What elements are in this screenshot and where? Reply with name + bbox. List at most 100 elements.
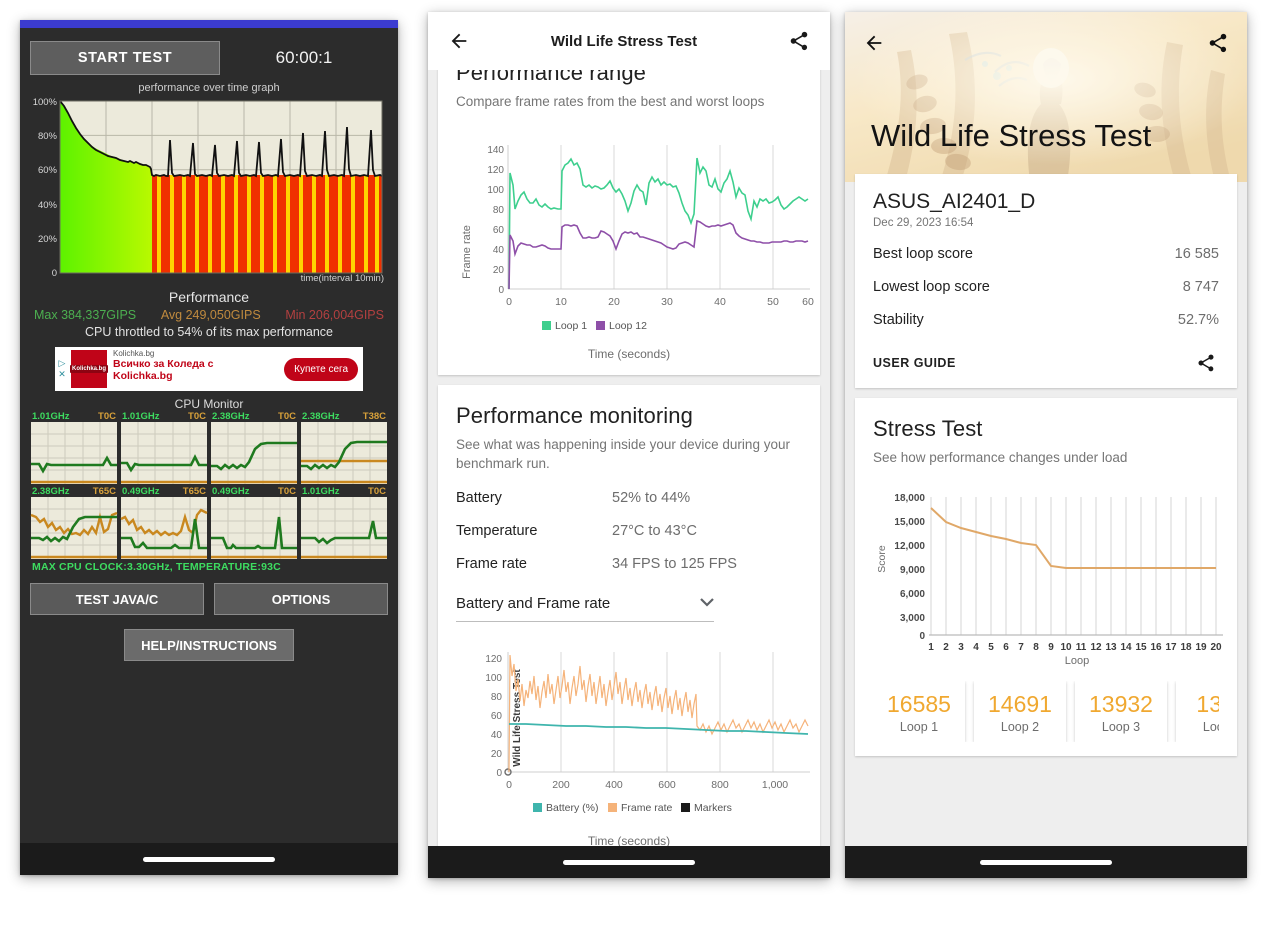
svg-text:Markers: Markers: [694, 802, 732, 814]
loop-score-value: 14691: [988, 691, 1052, 717]
scroll-container[interactable]: Performance range Compare frame rates fr…: [428, 70, 830, 846]
svg-text:80: 80: [493, 205, 505, 216]
svg-text:120: 120: [485, 654, 502, 665]
result-row: Stability 52.7%: [873, 312, 1219, 328]
arrow-left-icon[interactable]: [861, 30, 887, 56]
result-row-value: 52.7%: [1177, 312, 1219, 328]
svg-text:0: 0: [506, 779, 512, 791]
share-icon[interactable]: [1193, 350, 1219, 376]
ad-close-icon[interactable]: ✕: [58, 369, 66, 380]
svg-text:100: 100: [485, 673, 502, 684]
svg-text:11: 11: [1076, 642, 1087, 653]
performance-range-chart: Frame rate 140 120 100 80 60 40 20 0 0 1…: [456, 137, 814, 337]
svg-text:50: 50: [767, 296, 779, 308]
max-gips-label: Max 384,337GIPS: [34, 308, 137, 322]
loop-score-label: Loop 4: [1202, 720, 1219, 734]
svg-text:40%: 40%: [38, 200, 58, 211]
share-icon[interactable]: [1205, 30, 1231, 56]
loop-score-label: Loop 2: [1000, 720, 1040, 734]
page-title: Wild Life Stress Test: [550, 32, 698, 50]
cpu-core-cell: 2.38GHz T38C: [300, 411, 388, 484]
user-guide-link[interactable]: USER GUIDE: [873, 356, 956, 370]
svg-text:8: 8: [1033, 642, 1039, 653]
svg-text:14: 14: [1120, 642, 1132, 653]
result-row-key: Best loop score: [873, 246, 973, 262]
stress-test-card: Stress Test See how performance changes …: [855, 398, 1237, 756]
chevron-down-icon[interactable]: [700, 594, 714, 612]
svg-text:1: 1: [928, 642, 934, 653]
cpu-core-cell: 0.49GHz T0C: [210, 486, 298, 559]
metric-select[interactable]: Battery and Frame rate: [456, 594, 714, 622]
stress-test-title: Stress Test: [873, 416, 983, 441]
cpu-core-temp: T0C: [368, 486, 386, 497]
android-navigation-bar: [20, 843, 398, 875]
scroll-container[interactable]: Wild Life Stress Test ASUS_AI2401_D Dec …: [845, 12, 1247, 846]
result-row: Lowest loop score 8 747: [873, 279, 1219, 295]
max-cpu-clock-label: MAX CPU CLOCK:3.30GHz, TEMPERATURE:93C: [32, 561, 281, 573]
svg-text:12,000: 12,000: [894, 541, 925, 552]
cpu-core-freq: 1.01GHz: [122, 411, 160, 422]
cpu-core-cell: 0.49GHz T65C: [120, 486, 208, 559]
home-gesture-pill[interactable]: [980, 859, 1112, 865]
metric-select-value: Battery and Frame rate: [456, 594, 611, 612]
loop-score-value: 16585: [887, 691, 951, 717]
advertisement-banner[interactable]: ▷ ✕ Kolichka.bg Kolichka.bg Всичко за Ко…: [55, 347, 363, 391]
test-java-c-button[interactable]: TEST JAVA/C: [30, 583, 204, 615]
options-button[interactable]: OPTIONS: [214, 583, 388, 615]
cpu-core-temp: T0C: [278, 486, 296, 497]
svg-text:0: 0: [506, 296, 512, 308]
result-row-value: 16 585: [1174, 246, 1219, 262]
svg-text:30: 30: [661, 296, 673, 308]
stress-test-subtitle: See how performance changes under load: [873, 450, 1128, 465]
start-test-button[interactable]: START TEST: [30, 41, 220, 75]
cpu-core-cell: 1.01GHz T0C: [30, 411, 118, 484]
monitoring-row-key: Frame rate: [456, 556, 527, 572]
svg-text:80%: 80%: [38, 131, 58, 142]
svg-text:20: 20: [608, 296, 620, 308]
svg-text:9: 9: [1048, 642, 1054, 653]
ad-controls[interactable]: ▷ ✕: [55, 347, 69, 391]
monitoring-row-value: 34 FPS to 125 FPS: [612, 556, 737, 572]
loop-score-card[interactable]: 13932 Loop 3: [1075, 681, 1167, 742]
monitoring-row-key: Battery: [456, 490, 502, 506]
svg-text:100%: 100%: [33, 97, 58, 108]
loop-score-list[interactable]: 16585 Loop 1 14691 Loop 2 13932 Loop 3 1…: [873, 681, 1219, 742]
loop-score-card[interactable]: 14691 Loop 2: [974, 681, 1066, 742]
avg-gips-label: Avg 249,050GIPS: [160, 308, 261, 322]
svg-text:400: 400: [605, 779, 623, 791]
performance-range-card: Performance range Compare frame rates fr…: [438, 70, 820, 375]
panel-cpu-throttling-test: START TEST 60:00:1 performance over time…: [20, 20, 398, 875]
svg-text:120: 120: [487, 165, 504, 176]
ad-cta-button[interactable]: Купете сега: [284, 357, 358, 381]
svg-text:20: 20: [1210, 642, 1222, 653]
home-gesture-pill[interactable]: [563, 859, 695, 865]
share-icon[interactable]: [786, 28, 812, 54]
svg-text:12: 12: [1090, 642, 1102, 653]
home-gesture-pill[interactable]: [143, 856, 275, 862]
svg-text:3,000: 3,000: [900, 613, 925, 624]
svg-text:Frame rate: Frame rate: [461, 225, 473, 279]
cpu-core-temp: T0C: [278, 411, 296, 422]
ad-info-icon[interactable]: ▷: [59, 358, 66, 369]
svg-text:100: 100: [487, 185, 504, 196]
hero-title: Wild Life Stress Test: [871, 118, 1152, 153]
performance-stats: Max 384,337GIPS Avg 249,050GIPS Min 206,…: [30, 305, 388, 322]
svg-text:Loop 1: Loop 1: [555, 320, 587, 332]
svg-text:Frame rate: Frame rate: [621, 802, 673, 814]
loop-score-card[interactable]: 16585 Loop 1: [873, 681, 965, 742]
user-guide-row: USER GUIDE: [873, 350, 1219, 376]
min-gips-label: Min 206,004GIPS: [285, 308, 384, 322]
hero-artwork: [845, 12, 1247, 182]
svg-text:3: 3: [958, 642, 964, 653]
svg-text:Battery (%): Battery (%): [546, 802, 599, 814]
android-navigation-bar: [845, 846, 1247, 878]
cpu-core-freq: 0.49GHz: [122, 486, 160, 497]
svg-text:1,000: 1,000: [762, 779, 788, 791]
loop-score-card[interactable]: 1344 Loop 4: [1176, 681, 1219, 742]
help-instructions-button[interactable]: HELP/INSTRUCTIONS: [124, 629, 294, 661]
loop-score-value: 13932: [1089, 691, 1153, 717]
cpu-core-temp: T65C: [92, 486, 116, 497]
ad-headline-line-2: Kolichka.bg: [113, 369, 173, 382]
device-result-card: ASUS_AI2401_D Dec 29, 2023 16:54 Best lo…: [855, 174, 1237, 388]
battery-frame-rate-chart: 120 100 80 60 40 20 0 Wild Life Stress Test: [456, 646, 810, 824]
